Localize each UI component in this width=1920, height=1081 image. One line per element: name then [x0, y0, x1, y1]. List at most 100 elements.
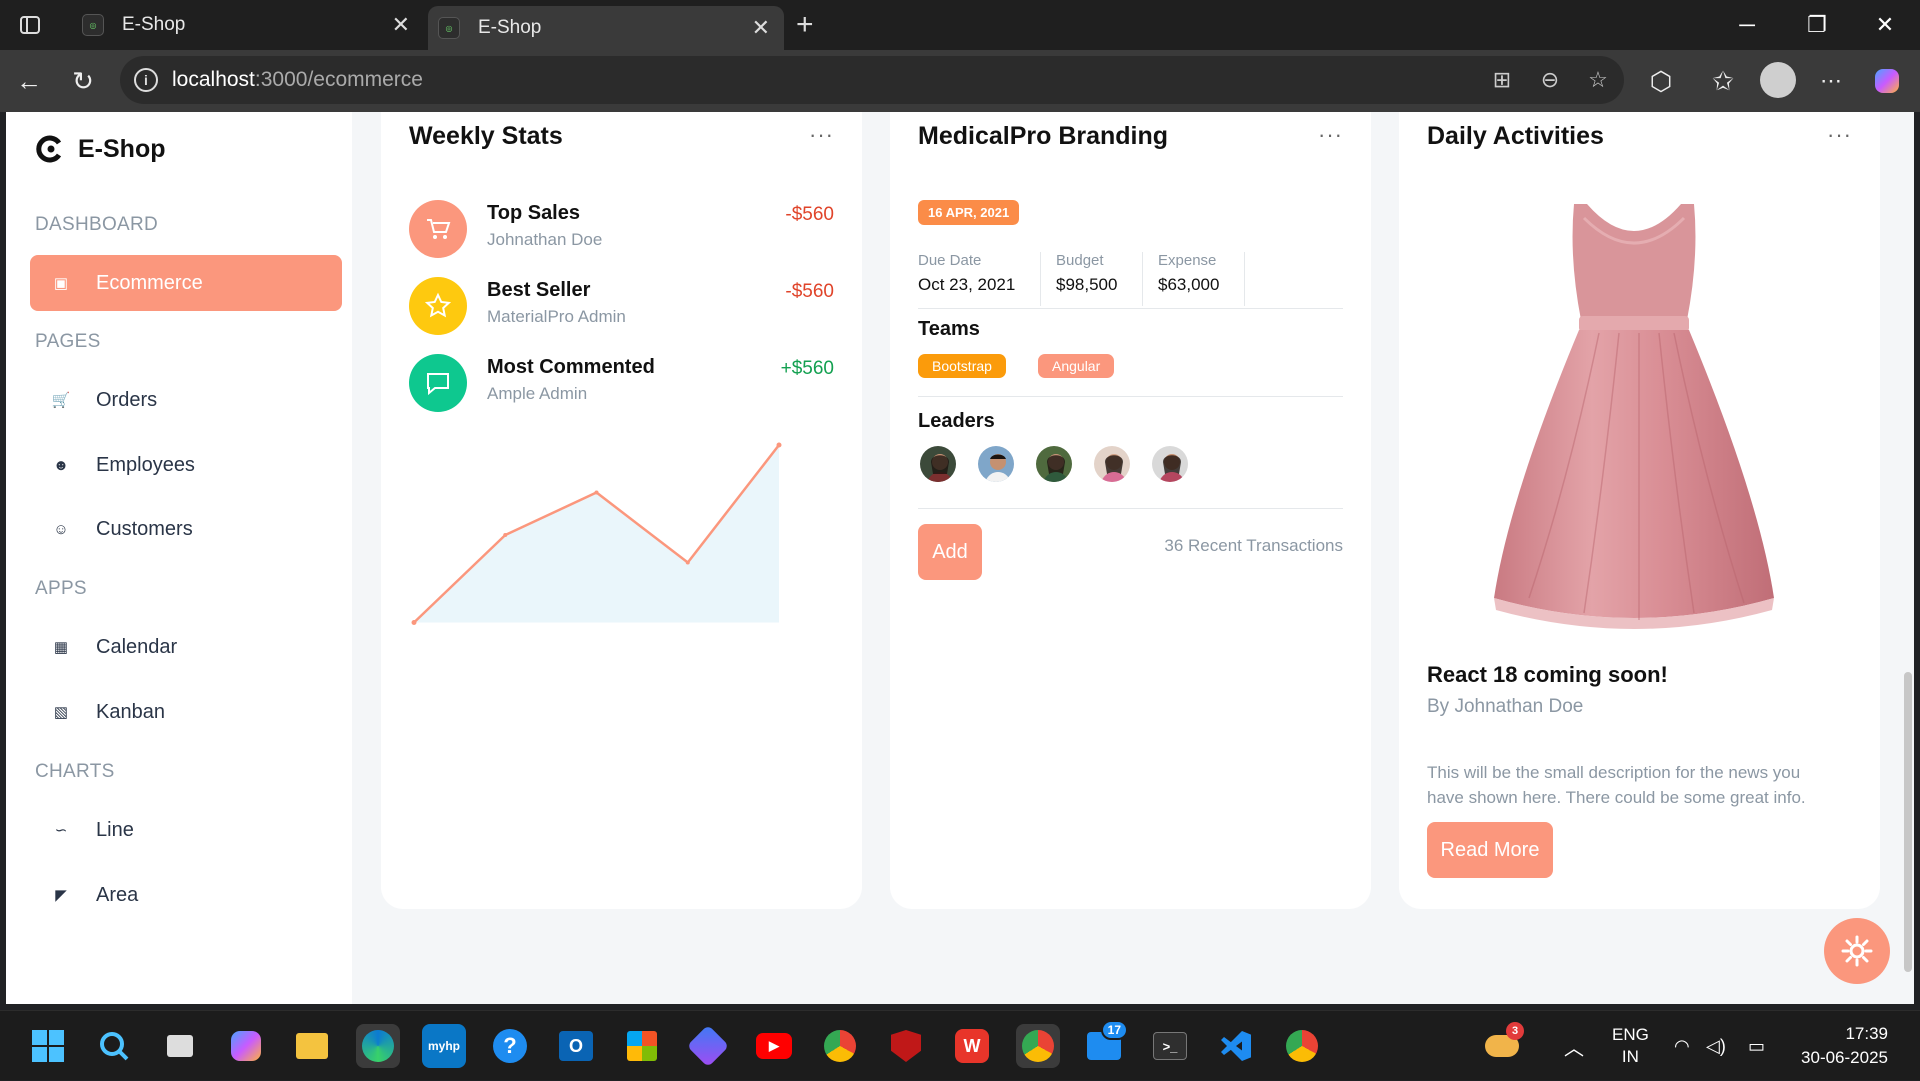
sidebar-item-area[interactable]: ◤ Area — [30, 867, 342, 923]
youtube-icon[interactable]: ▶ — [752, 1024, 796, 1068]
card-menu-icon[interactable]: ··· — [809, 122, 834, 148]
copilot-taskbar-icon[interactable] — [224, 1024, 268, 1068]
leader-avatar[interactable] — [976, 444, 1016, 484]
field-budget: Budget $98,500 — [1056, 252, 1117, 295]
mail-icon[interactable]: 17 — [1082, 1020, 1128, 1068]
task-view-icon[interactable] — [158, 1024, 202, 1068]
data-point[interactable] — [594, 490, 599, 495]
volume-icon[interactable]: ◁) — [1706, 1011, 1726, 1081]
sidebar-item-kanban[interactable]: ▧ Kanban — [30, 684, 342, 740]
url-host: localhost — [172, 68, 255, 91]
tab-eshop-2[interactable]: ◎ E-Shop ✕ — [428, 6, 784, 50]
news-title[interactable]: React 18 coming soon! — [1427, 662, 1668, 688]
sidebar-item-calendar[interactable]: ▦ Calendar — [30, 619, 342, 675]
data-point[interactable] — [411, 620, 417, 625]
team-chip-bootstrap[interactable]: Bootstrap — [918, 354, 1006, 378]
edge-icon[interactable] — [356, 1024, 400, 1068]
close-tab-icon[interactable]: ✕ — [752, 15, 770, 41]
mcafee-icon[interactable] — [884, 1024, 928, 1068]
minimize-icon[interactable]: ─ — [1712, 0, 1782, 50]
data-point[interactable] — [776, 442, 782, 448]
zoom-icon[interactable]: ⊖ — [1532, 62, 1568, 98]
sidebar-item-employees[interactable]: ☻ Employees — [30, 437, 342, 493]
wps-icon[interactable]: W — [950, 1024, 994, 1068]
eshop-favicon: ◎ — [438, 17, 460, 39]
start-icon[interactable] — [26, 1024, 70, 1068]
leader-avatar[interactable] — [1034, 444, 1074, 484]
vscode-icon[interactable] — [1214, 1024, 1258, 1068]
chevron-up-icon[interactable]: ︿ — [1564, 1011, 1584, 1081]
copilot-icon[interactable] — [1868, 62, 1906, 100]
sidebar-item-ecommerce[interactable]: ▣ Ecommerce — [30, 255, 342, 311]
apps-icon[interactable]: ⊞ — [1484, 62, 1520, 98]
address-bar[interactable]: i localhost:3000/ecommerce ⊞ ⊖ ☆ — [120, 56, 1624, 104]
tab-actions-icon[interactable] — [10, 0, 50, 50]
battery-icon[interactable]: ▭ — [1748, 1011, 1765, 1081]
divider — [918, 508, 1343, 509]
tab-eshop-1[interactable]: ◎ E-Shop ✕ — [72, 0, 424, 50]
store-icon[interactable] — [620, 1024, 664, 1068]
sidebar-item-orders[interactable]: 🛒 Orders — [30, 372, 342, 428]
page-scrollbar[interactable] — [1904, 672, 1912, 972]
field-label: Expense — [1158, 252, 1217, 269]
line-chart-icon: ∽ — [54, 822, 68, 839]
read-more-button[interactable]: Read More — [1427, 822, 1553, 878]
field-expense: Expense $63,000 — [1158, 252, 1219, 295]
chrome-icon[interactable] — [818, 1024, 862, 1068]
outlook-icon[interactable]: O — [554, 1024, 598, 1068]
data-point[interactable] — [503, 533, 508, 537]
add-button[interactable]: Add — [918, 524, 982, 580]
clock-time: 17:39 — [1845, 1024, 1888, 1043]
terminal-icon[interactable]: >_ — [1148, 1024, 1192, 1068]
brand[interactable]: E-Shop — [34, 134, 166, 164]
cart-icon — [409, 200, 467, 258]
more-menu-icon[interactable]: ⋯ — [1812, 62, 1850, 100]
sidebar-item-line[interactable]: ∽ Line — [30, 802, 342, 858]
restore-icon[interactable]: ❐ — [1782, 0, 1852, 50]
new-tab-icon[interactable]: + — [796, 10, 814, 40]
url-text[interactable]: localhost:3000/ecommerce — [172, 68, 423, 92]
close-tab-icon[interactable]: ✕ — [392, 12, 410, 38]
data-point[interactable] — [685, 560, 690, 565]
site-info-icon[interactable]: i — [134, 68, 158, 92]
weekly-stats-card: Weekly Stats ··· Top Sales Johnathan Doe… — [381, 112, 862, 909]
team-chip-angular[interactable]: Angular — [1038, 354, 1115, 378]
weather-badge: 3 — [1506, 1022, 1524, 1040]
file-explorer-icon[interactable] — [290, 1024, 334, 1068]
language-indicator[interactable]: ENG IN — [1612, 1011, 1649, 1081]
search-icon[interactable] — [92, 1024, 136, 1068]
wifi-icon[interactable]: ◠ — [1674, 1011, 1690, 1081]
stat-subtitle: Ample Admin — [487, 384, 588, 403]
card-menu-icon[interactable]: ··· — [1827, 122, 1852, 148]
back-icon[interactable]: ← — [10, 62, 48, 100]
clock[interactable]: 17:39 30-06-2025 — [1796, 1011, 1888, 1081]
close-window-icon[interactable]: ✕ — [1850, 0, 1920, 50]
calendar-icon: ▦ — [53, 639, 69, 656]
browser-toolbar: ← ↻ i localhost:3000/ecommerce ⊞ ⊖ ☆ ⬡ ✩… — [0, 50, 1920, 112]
favorites-icon[interactable]: ✩ — [1704, 62, 1742, 100]
card-title: MedicalPro Branding — [918, 122, 1169, 150]
help-icon[interactable]: ? — [488, 1024, 532, 1068]
reload-icon[interactable]: ↻ — [64, 62, 102, 100]
copilot-app-icon[interactable] — [686, 1024, 730, 1068]
sidebar-item-label: Calendar — [96, 635, 178, 658]
chrome-profile-icon[interactable] — [1016, 1024, 1060, 1068]
chrome-profile-2-icon[interactable] — [1280, 1024, 1324, 1068]
medicalpro-branding-card: MedicalPro Branding ··· 16 APR, 2021 Due… — [890, 112, 1371, 909]
leader-avatar[interactable] — [1092, 444, 1132, 484]
bag-icon: ▣ — [53, 275, 69, 292]
profile-avatar[interactable] — [1760, 62, 1796, 98]
weekly-area-chart — [411, 442, 782, 625]
browser-titlebar: ◎ E-Shop ✕ ◎ E-Shop ✕ + ─ ❐ ✕ — [0, 0, 1920, 50]
settings-fab[interactable] — [1824, 918, 1890, 984]
extensions-icon[interactable]: ⬡ — [1642, 62, 1680, 100]
divider — [1244, 252, 1245, 306]
leader-avatar[interactable] — [918, 444, 958, 484]
weather-icon[interactable]: 3 — [1480, 1022, 1524, 1068]
card-menu-icon[interactable]: ··· — [1318, 122, 1343, 148]
favorite-star-icon[interactable]: ☆ — [1580, 62, 1616, 98]
leader-avatar[interactable] — [1150, 444, 1190, 484]
sidebar-item-label: Orders — [96, 388, 158, 411]
sidebar-item-customers[interactable]: ☺ Customers — [30, 501, 342, 557]
myhp-icon[interactable]: myhp — [422, 1024, 466, 1068]
